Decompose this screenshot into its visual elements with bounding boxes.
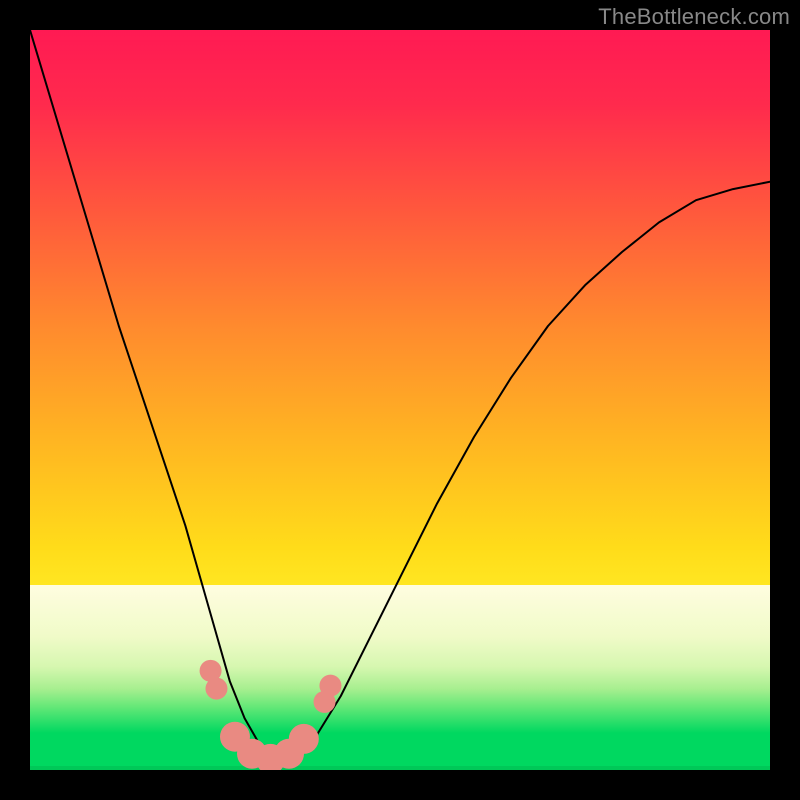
watermark-text: TheBottleneck.com <box>598 4 790 30</box>
chart-area <box>30 30 770 770</box>
chart-svg <box>30 30 770 770</box>
chart-frame: TheBottleneck.com <box>0 0 800 800</box>
